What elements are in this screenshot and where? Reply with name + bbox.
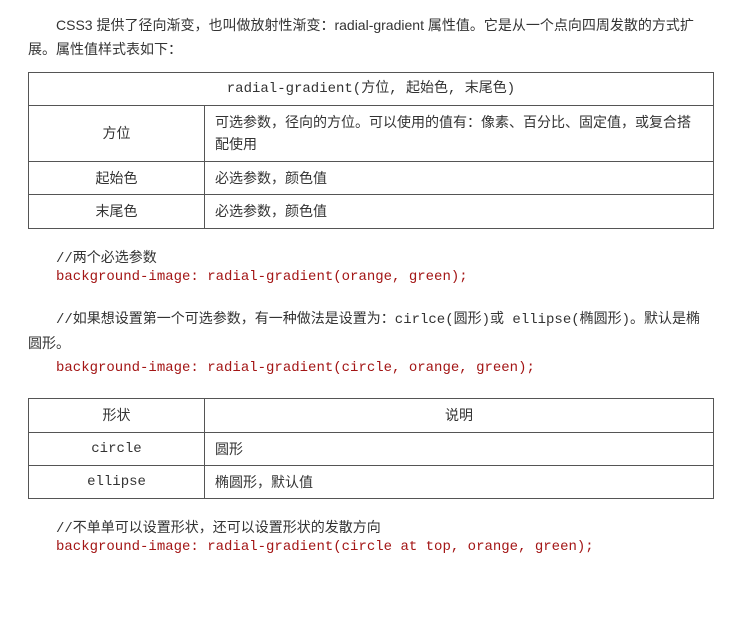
- table-row: circle 圆形: [29, 432, 714, 465]
- shape-name: circle: [29, 432, 205, 465]
- code-comment-text: //如果想设置第一个可选参数，有一种做法是设置为：cirlce(圆形)或 ell…: [28, 312, 700, 354]
- shape-col-header: 形状: [29, 399, 205, 432]
- param-name: 末尾色: [29, 195, 205, 228]
- shape-desc: 椭圆形，默认值: [205, 465, 714, 498]
- param-name: 起始色: [29, 161, 205, 194]
- param-desc: 必选参数，颜色值: [205, 161, 714, 194]
- table-row: 末尾色 必选参数，颜色值: [29, 195, 714, 228]
- code-line: background-image: radial-gradient(orange…: [28, 269, 714, 285]
- table-row: 方位 可选参数，径向的方位。可以使用的值有：像素、百分比、固定值，或复合搭配使用: [29, 105, 714, 161]
- syntax-table-header: radial-gradient(方位, 起始色, 末尾色): [29, 72, 714, 105]
- table-row: 起始色 必选参数，颜色值: [29, 161, 714, 194]
- code-line: background-image: radial-gradient(circle…: [28, 539, 714, 555]
- document-page: CSS3 提供了径向渐变，也叫做放射性渐变：radial-gradient 属性…: [0, 0, 742, 579]
- syntax-table: radial-gradient(方位, 起始色, 末尾色) 方位 可选参数，径向…: [28, 72, 714, 229]
- code-comment: //不单单可以设置形状，还可以设置形状的发散方向: [28, 517, 714, 537]
- table-row: ellipse 椭圆形，默认值: [29, 465, 714, 498]
- intro-paragraph: CSS3 提供了径向渐变，也叫做放射性渐变：radial-gradient 属性…: [28, 14, 714, 62]
- shape-table: 形状 说明 circle 圆形 ellipse 椭圆形，默认值: [28, 398, 714, 499]
- desc-col-header: 说明: [205, 399, 714, 432]
- param-desc: 可选参数，径向的方位。可以使用的值有：像素、百分比、固定值，或复合搭配使用: [205, 105, 714, 161]
- shape-desc: 圆形: [205, 432, 714, 465]
- code-comment: //如果想设置第一个可选参数，有一种做法是设置为：cirlce(圆形)或 ell…: [28, 307, 714, 359]
- code-line: background-image: radial-gradient(circle…: [28, 360, 714, 376]
- shape-name: ellipse: [29, 465, 205, 498]
- code-comment: //两个必选参数: [28, 247, 714, 267]
- param-name: 方位: [29, 105, 205, 161]
- param-desc: 必选参数，颜色值: [205, 195, 714, 228]
